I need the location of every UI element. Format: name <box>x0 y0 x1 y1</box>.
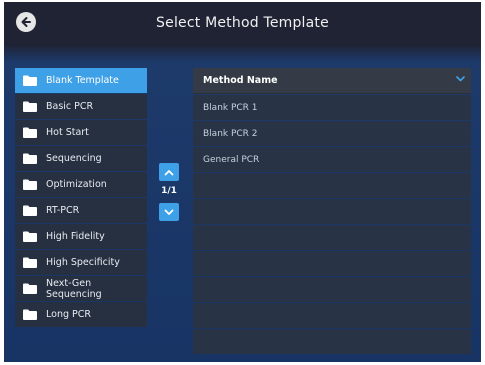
category-item-high-specificity[interactable]: High Specificity <box>15 250 147 275</box>
chevron-down-icon <box>164 209 174 215</box>
table-row[interactable] <box>193 251 471 276</box>
category-label: Optimization <box>46 179 107 190</box>
folder-icon <box>23 127 37 138</box>
page-up-button[interactable] <box>159 163 179 181</box>
chevron-up-icon <box>164 169 174 175</box>
category-label: Blank Template <box>46 75 119 86</box>
category-item-long-pcr[interactable]: Long PCR <box>15 302 147 327</box>
folder-icon <box>23 283 37 294</box>
category-label: Basic PCR <box>46 101 94 112</box>
category-label: RT-PCR <box>46 205 80 216</box>
folder-icon <box>23 257 37 268</box>
category-label: Long PCR <box>46 309 91 320</box>
folder-icon <box>23 205 37 216</box>
method-name-header[interactable]: Method Name <box>193 68 471 94</box>
category-item-next-gen-sequencing[interactable]: Next-Gen Sequencing <box>15 276 147 301</box>
category-item-rt-pcr[interactable]: RT-PCR <box>15 198 147 223</box>
category-item-optimization[interactable]: Optimization <box>15 172 147 197</box>
table-row[interactable]: Blank PCR 1 <box>193 95 471 120</box>
app-screen: Select Method Template Blank Template Ba… <box>4 2 481 362</box>
category-item-hot-start[interactable]: Hot Start <box>15 120 147 145</box>
table-row[interactable] <box>193 173 471 198</box>
table-row[interactable] <box>193 329 471 354</box>
method-name-cell: Blank PCR 1 <box>203 102 258 113</box>
method-name-cell: General PCR <box>203 154 260 165</box>
page-title: Select Method Template <box>156 15 329 31</box>
category-item-sequencing[interactable]: Sequencing <box>15 146 147 171</box>
table-row[interactable] <box>193 303 471 328</box>
folder-icon <box>23 309 37 320</box>
folder-icon <box>23 75 37 86</box>
category-item-high-fidelity[interactable]: High Fidelity <box>15 224 147 249</box>
category-label: Sequencing <box>46 153 102 164</box>
method-table: Method Name Blank PCR 1 Blank PCR 2 Gene… <box>193 68 471 354</box>
table-row[interactable]: Blank PCR 2 <box>193 121 471 146</box>
chevron-down-icon[interactable] <box>456 76 465 82</box>
title-bar: Select Method Template <box>4 2 481 44</box>
category-label: High Specificity <box>46 257 120 268</box>
category-label: High Fidelity <box>46 231 105 242</box>
category-item-blank-template[interactable]: Blank Template <box>15 68 147 93</box>
table-row[interactable] <box>193 277 471 302</box>
page-down-button[interactable] <box>159 203 179 221</box>
table-row[interactable] <box>193 199 471 224</box>
category-label: Next-Gen Sequencing <box>46 277 102 300</box>
folder-icon <box>23 101 37 112</box>
method-name-cell: Blank PCR 2 <box>203 128 258 139</box>
folder-icon <box>23 231 37 242</box>
category-item-basic-pcr[interactable]: Basic PCR <box>15 94 147 119</box>
back-arrow-icon <box>21 17 31 27</box>
page-navigator: 1/1 <box>157 163 181 221</box>
category-list: Blank Template Basic PCR Hot Start Seque… <box>15 68 147 328</box>
column-header-label: Method Name <box>203 75 278 86</box>
table-row[interactable] <box>193 225 471 250</box>
folder-icon <box>23 179 37 190</box>
table-row[interactable]: General PCR <box>193 147 471 172</box>
back-button[interactable] <box>16 12 36 32</box>
page-indicator: 1/1 <box>161 186 177 196</box>
category-label: Hot Start <box>46 127 89 138</box>
folder-icon <box>23 153 37 164</box>
